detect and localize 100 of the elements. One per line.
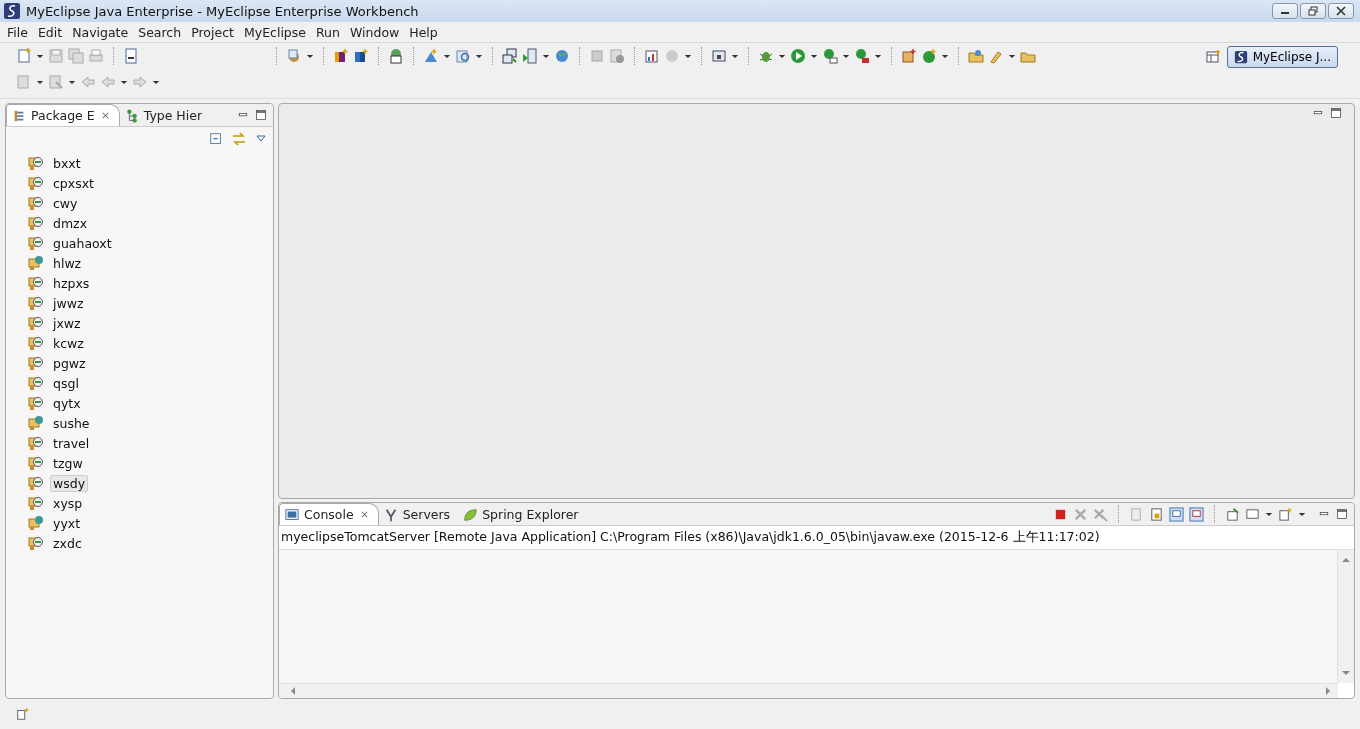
dropdown-caret-icon[interactable] [874,53,882,59]
tree-item[interactable]: dmzx [50,214,91,232]
menu-item[interactable]: Navigate [67,24,134,40]
report-icon[interactable] [644,48,660,64]
java-project-icon [28,295,44,311]
panel-tab[interactable]: Spring Explorer [458,504,587,525]
restore-button[interactable] [1300,3,1326,19]
dropdown-caret-icon[interactable] [842,53,850,59]
panel-tab[interactable]: Type Hier [119,105,211,126]
java-project-icon [28,435,44,451]
tree-item[interactable]: guahaoxt [50,234,115,252]
dropdown-caret-icon[interactable] [684,53,692,59]
maximize-icon[interactable] [1330,107,1342,119]
panel-tab[interactable]: Package E [6,104,120,126]
java-project-icon [28,275,44,291]
restore-icon [1308,6,1318,16]
tree-item[interactable]: sushe [50,414,93,432]
collapse-all-icon[interactable] [209,132,223,146]
java-project-icon [28,335,44,351]
dropdown-caret-icon[interactable] [120,79,128,85]
dropdown-caret-icon[interactable] [475,53,483,59]
fast-view-icon[interactable] [16,707,30,721]
menu-item[interactable]: Help [404,24,443,40]
java-project-icon [28,155,44,171]
perspective-button[interactable]: MyEclipse J... [1226,46,1338,68]
window-icon[interactable] [711,48,727,64]
magnifier-icon[interactable] [455,48,471,64]
web-project-icon [28,255,44,271]
tree-item[interactable]: yyxt [50,514,84,532]
java-project-icon [28,235,44,251]
panel-tab[interactable]: Console [279,503,379,525]
tree-item[interactable]: bxxt [50,154,84,172]
tree-item[interactable]: qytx [50,394,84,412]
menu-item[interactable]: Search [133,24,187,40]
run-icon[interactable] [790,48,806,64]
dropdown-caret-icon[interactable] [443,53,451,59]
cube-icon[interactable] [333,48,349,64]
java-project-icon [28,375,44,391]
dropdown-caret-icon[interactable] [306,53,314,59]
globe-document-icon[interactable] [388,48,404,64]
menu-item[interactable]: MyEclipse [238,24,311,40]
menu-item[interactable]: Run [311,24,345,40]
deploy-icon[interactable] [502,48,518,64]
panel-tab[interactable]: Servers [378,504,459,525]
tree-item[interactable]: zxdc [50,534,85,552]
run-history-icon[interactable] [822,48,838,64]
show-error-icon[interactable] [1189,506,1204,522]
tree-item[interactable]: jxwz [50,314,84,332]
close-icon [1336,6,1346,16]
dropdown-caret-icon[interactable] [68,79,76,85]
cube-icon[interactable] [353,48,369,64]
tree-item[interactable]: wsdy [50,474,89,492]
menu-item[interactable]: Edit [32,24,68,40]
dropdown-caret-icon[interactable] [152,79,160,85]
tree-item[interactable]: hlwz [50,254,85,272]
tree-item[interactable]: qsgl [50,374,82,392]
external-tool-icon[interactable] [854,48,870,64]
myeclipse-logo-icon [1233,50,1248,64]
dropdown-caret-icon[interactable] [542,53,550,59]
tree-item[interactable]: hzpxs [50,274,93,292]
minimize-button[interactable] [1272,3,1298,19]
dropdown-caret-icon[interactable] [1008,53,1016,59]
tree-item[interactable]: pgwz [50,354,89,372]
dropdown-caret-icon[interactable] [731,53,739,59]
tree-item[interactable]: travel [50,434,93,452]
menu-item[interactable]: Window [344,24,405,40]
tree-item[interactable]: kcwz [50,334,87,352]
dropdown-caret-icon[interactable] [810,53,818,59]
pin-console-icon[interactable] [1225,506,1240,522]
open-folder-icon[interactable] [968,48,984,64]
open-perspective-icon[interactable] [1204,49,1221,65]
tree-item[interactable]: xysp [50,494,86,512]
dropdown-caret-icon[interactable] [778,53,786,59]
open-console-icon[interactable] [1278,506,1293,522]
tree-item[interactable]: cpxsxt [50,174,97,192]
tree-item[interactable]: cwy [50,194,81,212]
app-logo-icon [4,3,20,19]
maximize-icon[interactable] [1336,508,1348,520]
tree-item[interactable]: tzgw [50,454,86,472]
show-output-icon[interactable] [1169,506,1184,522]
package-add-icon[interactable] [901,48,917,64]
vertical-scrollbar[interactable] [1337,550,1354,683]
dropdown-caret-icon[interactable] [36,79,44,85]
java-project-icon [28,355,44,371]
maximize-icon[interactable] [255,109,267,121]
menu-item[interactable]: File [2,24,33,40]
menu-item[interactable]: Project [186,24,239,40]
java-project-icon [28,455,44,471]
dropdown-caret-icon[interactable] [1265,511,1273,517]
binary-file-icon[interactable] [123,48,139,64]
link-arrows-icon[interactable] [231,131,247,147]
dropdown-caret-icon[interactable] [941,53,949,59]
java-project-icon [28,315,44,331]
display-console-icon[interactable] [1245,506,1260,522]
scroll-lock-icon[interactable] [1149,506,1164,522]
dropdown-caret-icon[interactable] [36,53,44,59]
close-button[interactable] [1328,3,1354,19]
dropdown-caret-icon[interactable] [1298,511,1306,517]
horizontal-scrollbar[interactable] [279,683,1338,698]
tree-item[interactable]: jwwz [50,294,87,312]
